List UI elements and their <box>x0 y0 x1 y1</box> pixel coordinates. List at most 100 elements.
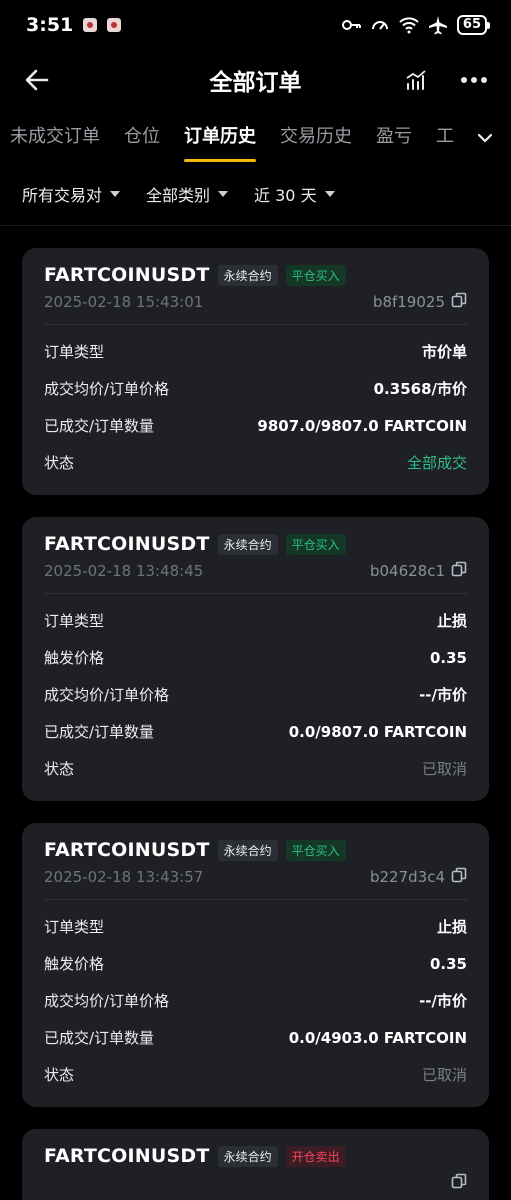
detail-label: 触发价格 <box>44 649 105 667</box>
speed-icon <box>371 21 388 30</box>
key-icon <box>341 20 361 30</box>
tab-positions[interactable]: 仓位 <box>124 122 160 162</box>
order-meta: 2025-02-18 13:43:57 b227d3c4 <box>44 867 467 900</box>
order-detail-row: 已成交/订单数量 0.0/4903.0 FARTCOIN <box>44 1019 467 1056</box>
detail-value: 0.3568/市价 <box>373 380 467 398</box>
order-meta: 2025-02-18 13:48:45 b04628c1 <box>44 561 467 594</box>
detail-value: 0.0/9807.0 FARTCOIN <box>288 722 467 741</box>
order-card-header: FARTCOINUSDT 永续合约 平仓买入 <box>44 264 467 286</box>
tab-partial[interactable]: 工 <box>436 122 454 162</box>
order-id <box>445 1173 467 1193</box>
tab-trade-history[interactable]: 交易历史 <box>280 122 352 162</box>
back-button[interactable] <box>22 65 52 95</box>
order-detail-row: 成交均价/订单价格 --/市价 <box>44 676 467 713</box>
order-id: b227d3c4 <box>370 867 467 887</box>
detail-label: 成交均价/订单价格 <box>44 686 170 704</box>
filter-category[interactable]: 全部类别 <box>146 182 229 206</box>
wifi-icon <box>399 17 419 34</box>
filter-label: 近 30 天 <box>254 185 317 205</box>
copy-icon[interactable] <box>451 1173 467 1193</box>
detail-value: --/市价 <box>419 686 467 704</box>
order-datetime: 2025-02-18 13:43:57 <box>44 868 204 886</box>
contract-type-badge: 永续合约 <box>217 533 278 555</box>
filter-bar: 所有交易对 全部类别 近 30 天 <box>0 162 511 226</box>
filter-label: 所有交易对 <box>22 185 103 205</box>
detail-value: --/市价 <box>419 992 467 1010</box>
order-datetime: 2025-02-18 15:43:01 <box>44 293 204 311</box>
filter-date-range[interactable]: 近 30 天 <box>254 182 335 206</box>
detail-label: 触发价格 <box>44 955 105 973</box>
arrow-left-icon <box>25 69 49 91</box>
order-card[interactable]: FARTCOINUSDT 永续合约 平仓买入 2025-02-18 13:48:45 b… <box>22 517 489 801</box>
order-meta: 2025-02-18 15:43:01 b8f19025 <box>44 292 467 325</box>
order-detail-row: 触发价格 0.35 <box>44 639 467 676</box>
detail-value: 0.0/4903.0 FARTCOIN <box>288 1028 467 1047</box>
caret-down-icon <box>110 190 121 197</box>
order-id: b04628c1 <box>370 561 467 581</box>
tab-open-orders[interactable]: 未成交订单 <box>10 122 100 162</box>
ellipsis-icon <box>461 77 487 83</box>
contract-type-badge: 永续合约 <box>217 264 278 286</box>
status-time: 3:51 <box>26 14 74 36</box>
order-detail-row: 已成交/订单数量 0.0/9807.0 FARTCOIN <box>44 713 467 750</box>
order-detail-row: 订单类型 止损 <box>44 908 467 945</box>
detail-value: 已取消 <box>421 1066 467 1084</box>
detail-value: 9807.0/9807.0 FARTCOIN <box>257 416 467 435</box>
page-header: 全部订单 <box>0 50 511 110</box>
order-details: 订单类型 止损触发价格 0.35 成交均价/订单价格 --/市价已成交/订单数量 0.0/… <box>44 594 467 787</box>
order-card[interactable]: FARTCOINUSDT 永续合约 平仓买入 2025-02-18 15:43:01 b… <box>22 248 489 495</box>
detail-label: 订单类型 <box>44 612 105 630</box>
detail-value: 全部成交 <box>406 454 467 472</box>
tabs-expand-button[interactable] <box>459 110 511 162</box>
copy-icon[interactable] <box>451 561 467 581</box>
detail-label: 已成交/订单数量 <box>44 723 155 741</box>
order-symbol: FARTCOINUSDT <box>44 1145 210 1167</box>
order-detail-row: 成交均价/订单价格 --/市价 <box>44 982 467 1019</box>
order-meta <box>44 1173 467 1200</box>
order-datetime: 2025-02-18 13:48:45 <box>44 562 204 580</box>
order-id-text: b8f19025 <box>372 293 445 311</box>
order-card[interactable]: FARTCOINUSDT 永续合约 开仓卖出 <box>22 1129 489 1200</box>
order-symbol: FARTCOINUSDT <box>44 839 210 861</box>
order-side-badge: 平仓买入 <box>285 264 346 286</box>
detail-label: 状态 <box>44 760 75 778</box>
order-symbol: FARTCOINUSDT <box>44 264 210 286</box>
copy-icon[interactable] <box>451 292 467 312</box>
notification-app-icon <box>107 18 122 32</box>
tab-order-history[interactable]: 订单历史 <box>184 122 256 162</box>
filter-trading-pair[interactable]: 所有交易对 <box>22 182 121 206</box>
caret-down-icon <box>324 190 335 197</box>
order-detail-row: 状态 全部成交 <box>44 444 467 481</box>
detail-value: 0.35 <box>429 954 467 973</box>
analysis-button[interactable] <box>401 65 431 95</box>
battery-icon: 65 <box>456 15 491 35</box>
order-id-text: b227d3c4 <box>369 868 445 886</box>
copy-icon[interactable] <box>451 867 467 887</box>
filter-label: 全部类别 <box>146 185 211 205</box>
detail-label: 成交均价/订单价格 <box>44 380 170 398</box>
bar-chart-icon <box>406 70 426 90</box>
order-card-header: FARTCOINUSDT 永续合约 开仓卖出 <box>44 1145 467 1167</box>
contract-type-badge: 永续合约 <box>217 1145 278 1167</box>
detail-value: 止损 <box>436 918 467 936</box>
order-detail-row: 订单类型 市价单 <box>44 333 467 370</box>
order-detail-row: 订单类型 止损 <box>44 602 467 639</box>
order-card-header: FARTCOINUSDT 永续合约 平仓买入 <box>44 839 467 861</box>
order-card[interactable]: FARTCOINUSDT 永续合约 平仓买入 2025-02-18 13:43:57 b… <box>22 823 489 1107</box>
airplane-mode-icon <box>428 16 447 35</box>
order-symbol: FARTCOINUSDT <box>44 533 210 555</box>
notification-app-icon <box>83 18 98 32</box>
order-detail-row: 状态 已取消 <box>44 750 467 787</box>
detail-label: 订单类型 <box>44 918 105 936</box>
order-list: FARTCOINUSDT 永续合约 平仓买入 2025-02-18 15:43:01 b… <box>0 226 511 1200</box>
order-detail-row: 已成交/订单数量 9807.0/9807.0 FARTCOIN <box>44 407 467 444</box>
detail-label: 已成交/订单数量 <box>44 1029 155 1047</box>
order-side-badge: 开仓卖出 <box>285 1145 346 1167</box>
detail-value: 已取消 <box>421 760 467 778</box>
tab-pnl[interactable]: 盈亏 <box>376 122 412 162</box>
order-detail-row: 状态 已取消 <box>44 1056 467 1093</box>
contract-type-badge: 永续合约 <box>217 839 278 861</box>
detail-label: 成交均价/订单价格 <box>44 992 170 1010</box>
more-options-button[interactable] <box>459 65 489 95</box>
detail-value: 止损 <box>436 612 467 630</box>
